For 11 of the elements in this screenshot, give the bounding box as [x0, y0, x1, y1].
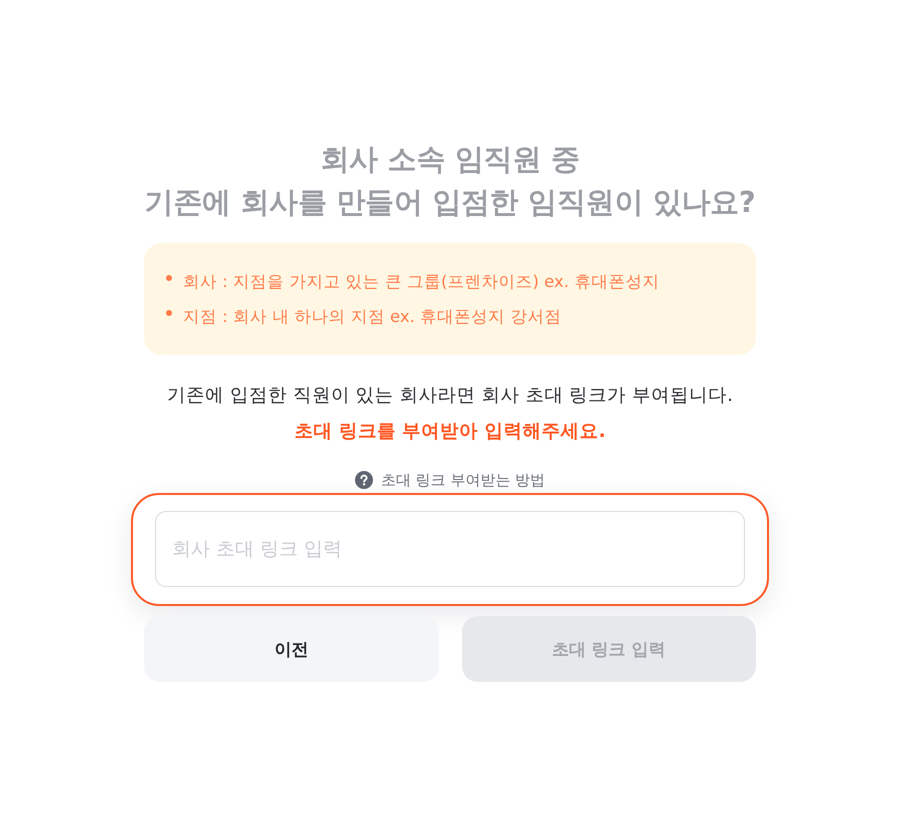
info-text: 지점 : 회사 내 하나의 지점 ex. 휴대폰성지 강서점	[183, 306, 562, 328]
help-link[interactable]: 초대 링크 부여받는 방법	[354, 470, 546, 490]
help-icon	[354, 471, 373, 489]
bullet-icon	[166, 310, 172, 316]
notice-emphasis: 초대 링크를 부여받아 입력해주세요.	[294, 420, 606, 444]
heading-line: 회사 소속 임직원 중	[320, 141, 580, 178]
back-button[interactable]: 이전	[144, 616, 438, 682]
info-text: 회사 : 지점을 가지고 있는 큰 그룹(프렌차이즈) ex. 휴대폰성지	[183, 271, 660, 293]
heading-line: 기존에 회사를 만들어 입점한 임직원이 있나요?	[144, 184, 756, 221]
notice-text: 기존에 입점한 직원이 있는 회사라면 회사 초대 링크가 부여됩니다.	[167, 384, 733, 408]
bullet-icon	[166, 274, 172, 280]
